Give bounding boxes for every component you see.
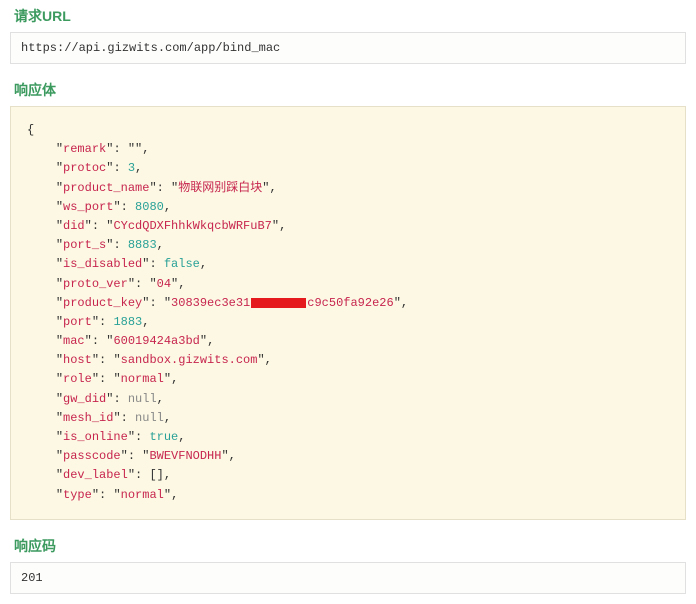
request-url-value: https://api.gizwits.com/app/bind_mac (10, 32, 686, 64)
request-url-title: 请求URL (0, 0, 696, 32)
response-body-json: { "remark": "", "protoc": 3, "product_na… (10, 106, 686, 520)
response-code-value: 201 (10, 562, 686, 594)
response-body-title: 响应体 (0, 74, 696, 106)
response-code-title: 响应码 (0, 530, 696, 562)
